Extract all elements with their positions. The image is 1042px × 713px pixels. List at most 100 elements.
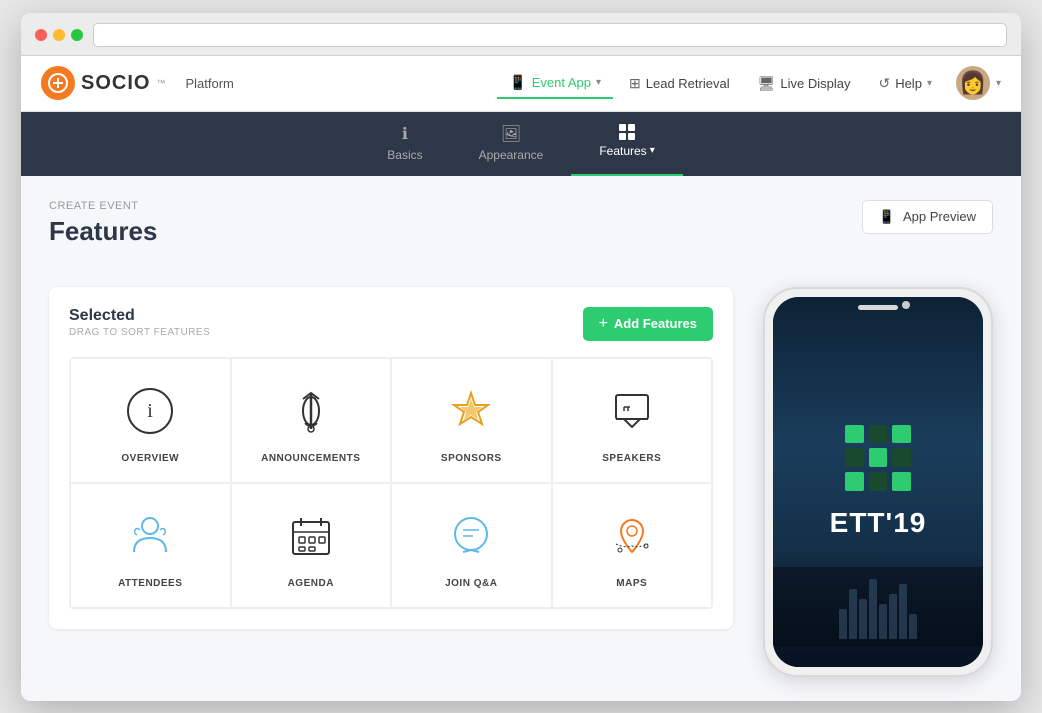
close-button[interactable] bbox=[35, 29, 47, 41]
nav-label-event-app: Event App bbox=[532, 75, 591, 90]
logo-area[interactable]: SOCIO ™ bbox=[41, 66, 165, 100]
features-panel: Selected DRAG TO SORT FEATURES + Add Fea… bbox=[49, 287, 733, 629]
logo-text: SOCIO bbox=[81, 72, 150, 95]
phone-preview-icon: 📱 bbox=[879, 209, 895, 225]
browser-chrome bbox=[21, 13, 1021, 56]
nav-label-lead-retrieval: Lead Retrieval bbox=[646, 76, 730, 91]
page-title: Features bbox=[49, 216, 157, 247]
nav-item-help[interactable]: ↺ Help ▾ bbox=[866, 69, 944, 98]
logo-icon bbox=[41, 66, 75, 100]
logo-tm: ™ bbox=[156, 78, 165, 88]
feature-maps[interactable]: MAPS bbox=[552, 483, 713, 608]
panel-header: Selected DRAG TO SORT FEATURES + Add Fea… bbox=[69, 307, 713, 341]
phone-content: ETT'19 bbox=[830, 425, 927, 539]
info-icon: ℹ bbox=[402, 124, 408, 144]
nav-item-event-app[interactable]: 📱 Event App ▾ bbox=[497, 68, 613, 99]
feature-join-qa[interactable]: JOIN Q&A bbox=[391, 483, 552, 608]
help-icon: ↺ bbox=[878, 75, 890, 92]
feature-label-maps: MAPS bbox=[616, 578, 647, 589]
content-row: Selected DRAG TO SORT FEATURES + Add Fea… bbox=[49, 287, 993, 677]
chevron-down-icon-help: ▾ bbox=[927, 78, 932, 89]
tab-basics-label: Basics bbox=[387, 148, 422, 162]
feature-speakers[interactable]: SPEAKERS bbox=[552, 358, 713, 483]
features-grid: i OVERVIEW bbox=[69, 357, 713, 609]
hash-cell-5 bbox=[869, 448, 888, 467]
overview-icon: i bbox=[122, 383, 178, 439]
phone-event-name: ETT'19 bbox=[830, 507, 927, 539]
hash-cell-8 bbox=[869, 472, 888, 491]
page-header-row: CREATE EVENT Features 📱 App Preview bbox=[49, 200, 993, 267]
panel-subtitle: DRAG TO SORT FEATURES bbox=[69, 327, 210, 338]
tab-features-label: Features ▾ bbox=[599, 144, 654, 158]
hash-cell-6 bbox=[892, 448, 911, 467]
feature-announcements[interactable]: ANNOUNCEMENTS bbox=[231, 358, 392, 483]
phone-inner: ETT'19 bbox=[773, 297, 983, 667]
hash-cell-1 bbox=[845, 425, 864, 444]
image-icon: 🖼 bbox=[501, 124, 521, 144]
tab-features[interactable]: Features ▾ bbox=[571, 112, 682, 176]
browser-window: SOCIO ™ Platform 📱 Event App ▾ ⊞ Lead Ret… bbox=[21, 13, 1021, 701]
feature-agenda[interactable]: AGENDA bbox=[231, 483, 392, 608]
hash-cell-7 bbox=[845, 472, 864, 491]
chevron-down-icon: ▾ bbox=[596, 77, 601, 88]
speakers-icon bbox=[604, 383, 660, 439]
page-header-left: CREATE EVENT Features bbox=[49, 200, 157, 267]
phone-screen: ETT'19 bbox=[773, 297, 983, 667]
user-avatar[interactable]: 👩 bbox=[956, 66, 990, 100]
tab-appearance-label: Appearance bbox=[479, 148, 544, 162]
panel-header-left: Selected DRAG TO SORT FEATURES bbox=[69, 307, 210, 338]
phone-speaker bbox=[858, 305, 898, 310]
feature-label-attendees: ATTENDEES bbox=[118, 578, 182, 589]
phone-icon: 📱 bbox=[509, 74, 526, 91]
feature-label-agenda: AGENDA bbox=[288, 578, 334, 589]
hash-cell-3 bbox=[892, 425, 911, 444]
attendees-icon bbox=[122, 508, 178, 564]
monitor-icon: 🖥 bbox=[758, 75, 776, 92]
app-preview-label: App Preview bbox=[903, 209, 976, 224]
minimize-button[interactable] bbox=[53, 29, 65, 41]
svg-text:i: i bbox=[147, 400, 153, 422]
feature-label-announcements: ANNOUNCEMENTS bbox=[261, 453, 360, 464]
maximize-button[interactable] bbox=[71, 29, 83, 41]
announcements-icon bbox=[283, 383, 339, 439]
traffic-lights bbox=[35, 29, 83, 41]
scan-icon: ⊞ bbox=[629, 75, 641, 92]
maps-icon bbox=[604, 508, 660, 564]
avatar-chevron-icon: ▾ bbox=[996, 78, 1001, 89]
main-content: CREATE EVENT Features 📱 App Preview Sele… bbox=[21, 176, 1021, 701]
plus-icon: + bbox=[599, 315, 608, 333]
url-bar[interactable] bbox=[93, 23, 1007, 47]
add-features-label: Add Features bbox=[614, 316, 697, 331]
feature-label-sponsors: SPONSORS bbox=[441, 453, 502, 464]
hash-cell-9 bbox=[892, 472, 911, 491]
nav-label-help: Help bbox=[895, 76, 922, 91]
app-preview-button[interactable]: 📱 App Preview bbox=[862, 200, 993, 234]
grid-icon bbox=[619, 124, 635, 140]
feature-label-join-qa: JOIN Q&A bbox=[445, 578, 497, 589]
phone-mockup: ETT'19 bbox=[763, 287, 993, 677]
feature-label-speakers: SPEAKERS bbox=[602, 453, 661, 464]
sub-nav: ℹ Basics 🖼 Appearance Features ▾ bbox=[21, 112, 1021, 176]
feature-attendees[interactable]: ATTENDEES bbox=[70, 483, 231, 608]
nav-label-live-display: Live Display bbox=[780, 76, 850, 91]
nav-item-lead-retrieval[interactable]: ⊞ Lead Retrieval bbox=[617, 69, 742, 98]
hash-logo bbox=[845, 425, 911, 491]
add-features-button[interactable]: + Add Features bbox=[583, 307, 713, 341]
nav-item-live-display[interactable]: 🖥 Live Display bbox=[746, 69, 863, 98]
panel-title: Selected bbox=[69, 307, 210, 325]
feature-label-overview: OVERVIEW bbox=[121, 453, 179, 464]
hash-cell-2 bbox=[869, 425, 888, 444]
phone-outer: ETT'19 bbox=[763, 287, 993, 677]
platform-label: Platform bbox=[185, 76, 233, 91]
feature-overview[interactable]: i OVERVIEW bbox=[70, 358, 231, 483]
tab-basics[interactable]: ℹ Basics bbox=[359, 112, 450, 176]
join-qa-icon bbox=[443, 508, 499, 564]
tab-appearance[interactable]: 🖼 Appearance bbox=[451, 112, 572, 176]
nav-links: 📱 Event App ▾ ⊞ Lead Retrieval 🖥 Live Di… bbox=[497, 66, 1001, 100]
sponsors-icon bbox=[443, 383, 499, 439]
feature-sponsors[interactable]: SPONSORS bbox=[391, 358, 552, 483]
hash-cell-4 bbox=[845, 448, 864, 467]
agenda-icon bbox=[283, 508, 339, 564]
top-nav: SOCIO ™ Platform 📱 Event App ▾ ⊞ Lead Ret… bbox=[21, 56, 1021, 112]
phone-camera bbox=[902, 301, 910, 309]
